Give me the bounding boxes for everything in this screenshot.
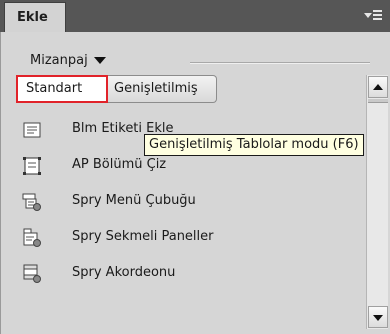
category-dropdown[interactable]: Mizanpaj [30, 50, 106, 70]
scrollbar-thumb[interactable] [368, 99, 388, 103]
arrow-down-icon [373, 315, 383, 321]
spry-tabbed-panels-icon [22, 228, 42, 248]
category-label: Mizanpaj [30, 52, 88, 68]
scroll-up-button[interactable] [368, 76, 388, 98]
panel-header: Ekle [0, 0, 390, 32]
panel-options-icon[interactable] [364, 9, 382, 23]
standard-mode-button[interactable]: Standart [16, 75, 108, 103]
item-label: Spry Menü Çubuğu [72, 193, 196, 208]
spry-accordion-icon [22, 264, 42, 284]
panel-tab-label: Ekle [17, 10, 48, 25]
vertical-scrollbar[interactable] [366, 75, 388, 329]
item-label: Spry Sekmeli Paneller [72, 229, 214, 244]
arrow-up-icon [373, 84, 383, 90]
extended-mode-label: Genişletilmiş [114, 81, 198, 96]
divider [190, 62, 370, 64]
tooltip: Genişletilmiş Tablolar modu (F6) [144, 134, 364, 156]
scroll-down-button[interactable] [368, 306, 388, 328]
ap-div-icon [22, 156, 42, 176]
item-label: Spry Akordeonu [72, 265, 176, 280]
list-item-spry-accordion[interactable]: Spry Akordeonu [0, 256, 364, 292]
panel-tab-ekle[interactable]: Ekle [4, 2, 66, 32]
caret-down-icon [93, 56, 106, 64]
spry-menu-bar-icon [22, 192, 42, 212]
extended-mode-button[interactable]: Genişletilmiş [108, 75, 217, 103]
standard-mode-label: Standart [26, 81, 83, 96]
item-label: AP Bölümü Çiz [72, 157, 167, 172]
div-tag-icon [22, 120, 42, 140]
list-item-spry-menu-bar[interactable]: Spry Menü Çubuğu [0, 184, 364, 220]
list-item-spry-tabbed-panels[interactable]: Spry Sekmeli Paneller [0, 220, 364, 256]
